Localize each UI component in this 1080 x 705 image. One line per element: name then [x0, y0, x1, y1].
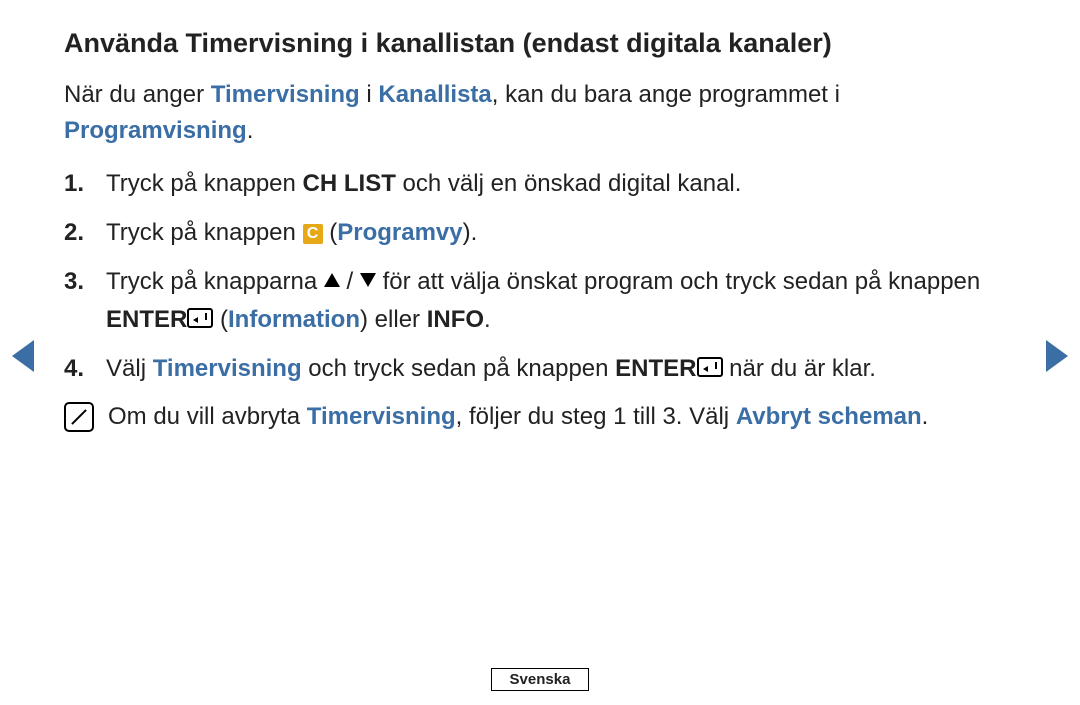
step-text: och välj en önskad digital kanal.: [396, 170, 742, 197]
language-footer: Svenska: [0, 668, 1080, 691]
step-body: Välj Timervisning och tryck sedan på kna…: [106, 350, 1016, 387]
step-text: när du är klar.: [723, 355, 876, 382]
nav-next-icon[interactable]: [1046, 340, 1068, 372]
page-title: Använda Timervisning i kanallistan (enda…: [64, 28, 1016, 59]
note-icon: [64, 402, 94, 432]
step-body: Tryck på knappen CH LIST och välj en öns…: [106, 165, 1016, 202]
term-timervisning: Timervisning: [307, 403, 456, 430]
enter-icon: [187, 308, 213, 328]
intro-text: När du anger: [64, 81, 211, 108]
step-text: Välj: [106, 355, 153, 382]
button-label-enter: ENTER: [615, 355, 696, 382]
step-text: (: [213, 306, 228, 333]
term-programvisning: Programvisning: [64, 117, 247, 144]
nav-prev-icon[interactable]: [12, 340, 34, 372]
step-text: Tryck på knappen: [106, 170, 303, 197]
arrow-up-icon: [324, 273, 340, 287]
step-text: ).: [463, 219, 478, 246]
step-2: 2. Tryck på knappen C (Programvy).: [64, 214, 1016, 251]
enter-icon: [697, 357, 723, 377]
note-text: , följer du steg 1 till 3. Välj: [456, 403, 736, 430]
term-timervisning: Timervisning: [153, 355, 302, 382]
intro-text: , kan du bara ange programmet i: [492, 81, 840, 108]
step-text: för att välja önskat program och tryck s…: [376, 268, 980, 295]
step-body: Tryck på knapparna / för att välja önska…: [106, 263, 1016, 337]
term-timervisning: Timervisning: [211, 81, 360, 108]
language-label: Svenska: [491, 668, 590, 691]
step-1: 1. Tryck på knappen CH LIST och välj en …: [64, 165, 1016, 202]
step-text: Tryck på knappen: [106, 219, 303, 246]
term-kanallista: Kanallista: [378, 81, 491, 108]
step-text: /: [340, 268, 360, 295]
step-text: (: [323, 219, 338, 246]
step-number: 1.: [64, 165, 106, 202]
button-label-enter: ENTER: [106, 306, 187, 333]
step-body: Tryck på knappen C (Programvy).: [106, 214, 1016, 251]
c-button-icon: C: [303, 224, 323, 244]
step-number: 4.: [64, 350, 106, 387]
step-text: Tryck på knapparna: [106, 268, 324, 295]
note-text: Om du vill avbryta: [108, 403, 307, 430]
step-text: ) eller: [360, 306, 427, 333]
step-number: 3.: [64, 263, 106, 337]
arrow-down-icon: [360, 273, 376, 287]
intro-text: i: [360, 81, 379, 108]
term-avbryt-scheman: Avbryt scheman: [736, 403, 922, 430]
note-body: Om du vill avbryta Timervisning, följer …: [108, 399, 928, 435]
step-4: 4. Välj Timervisning och tryck sedan på …: [64, 350, 1016, 387]
step-number: 2.: [64, 214, 106, 251]
button-label-chlist: CH LIST: [303, 170, 396, 197]
term-programvy: Programvy: [337, 219, 462, 246]
note: Om du vill avbryta Timervisning, följer …: [64, 399, 1016, 435]
note-text: .: [922, 403, 929, 430]
term-information: Information: [228, 306, 360, 333]
step-3: 3. Tryck på knapparna / för att välja ön…: [64, 263, 1016, 337]
intro-text: .: [247, 117, 254, 144]
step-text: .: [484, 306, 491, 333]
step-text: och tryck sedan på knappen: [302, 355, 616, 382]
steps-list: 1. Tryck på knappen CH LIST och välj en …: [64, 165, 1016, 387]
intro-paragraph: När du anger Timervisning i Kanallista, …: [64, 77, 1016, 149]
button-label-info: INFO: [427, 306, 484, 333]
